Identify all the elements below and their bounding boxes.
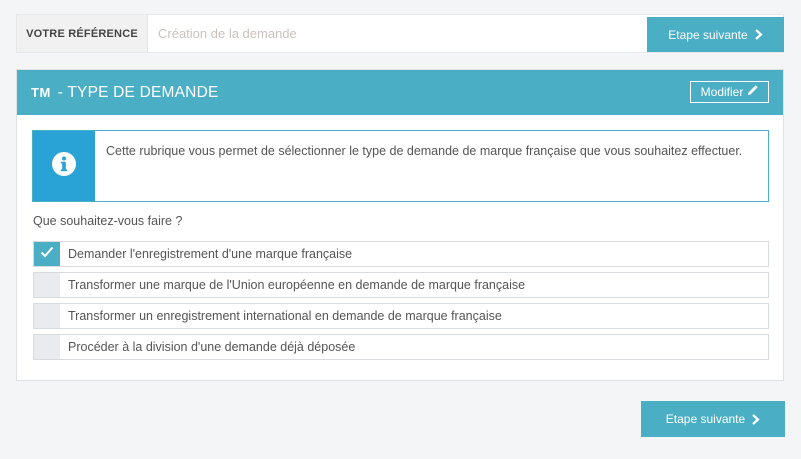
reference-label: VOTRE RÉFÉRENCE — [17, 15, 148, 52]
info-icon-panel — [33, 131, 95, 201]
next-step-label: Etape suivante — [668, 27, 748, 42]
chevron-right-icon — [754, 29, 763, 40]
next-step-button-bottom[interactable]: Etape suivante — [641, 401, 785, 437]
card-title: - TYPE DE DEMANDE — [57, 83, 219, 101]
modify-label: Modifier — [700, 85, 744, 99]
option-register-french-mark[interactable]: Demander l'enregistrement d'une marque f… — [33, 241, 769, 267]
card-header: TM - TYPE DE DEMANDE Modifier — [17, 70, 783, 115]
option-checkbox[interactable] — [34, 304, 60, 328]
request-type-card: TM - TYPE DE DEMANDE Modifier Cette rubr… — [16, 69, 784, 381]
trademark-badge: TM — [31, 85, 51, 100]
option-checkbox[interactable] — [34, 335, 60, 359]
option-division[interactable]: Procéder à la division d'une demande déj… — [33, 334, 769, 360]
option-label: Demander l'enregistrement d'une marque f… — [68, 247, 353, 261]
option-label: Transformer un enregistrement internatio… — [68, 309, 502, 323]
option-label: Transformer une marque de l'Union europé… — [68, 278, 526, 292]
check-icon — [40, 245, 54, 263]
option-transform-international[interactable]: Transformer un enregistrement internatio… — [33, 303, 769, 329]
reference-bar: VOTRE RÉFÉRENCE Etape suivante — [16, 14, 784, 53]
reference-input[interactable] — [148, 15, 646, 52]
option-label: Procéder à la division d'une demande déj… — [68, 340, 356, 354]
info-circle-icon — [51, 151, 77, 182]
option-transform-eu-mark[interactable]: Transformer une marque de l'Union europé… — [33, 272, 769, 298]
info-text: Cette rubrique vous permet de sélectionn… — [106, 144, 743, 158]
pencil-icon — [747, 85, 759, 99]
next-step-button-top[interactable]: Etape suivante — [647, 17, 784, 52]
next-step-label: Etape suivante — [665, 412, 746, 426]
info-box: Cette rubrique vous permet de sélectionn… — [32, 130, 769, 202]
option-checkbox[interactable] — [34, 242, 60, 266]
chevron-right-icon — [751, 413, 760, 425]
modify-button[interactable]: Modifier — [690, 81, 769, 103]
question-label: Que souhaitez-vous faire ? — [33, 214, 183, 228]
option-checkbox[interactable] — [34, 273, 60, 297]
